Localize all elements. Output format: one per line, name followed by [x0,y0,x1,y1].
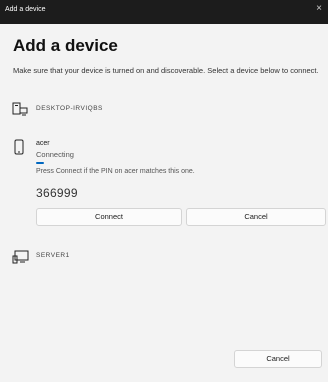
phone-icon [14,139,24,155]
instructions-text: Make sure that your device is turned on … [13,66,319,75]
window-title: Add a device [5,6,46,13]
page-title: Add a device [13,36,118,55]
display-icon [12,250,29,264]
connection-status: Connecting [36,150,74,159]
close-icon[interactable]: × [316,4,322,14]
connecting-progress-bar [36,162,44,164]
connect-button[interactable]: Connect [36,208,182,226]
computer-icon [12,102,28,116]
device-name-desktop[interactable]: DESKTOP-IRVIQBS [36,105,103,112]
pin-instructions: Press Connect if the PIN on acer matches… [36,168,195,175]
device-name-acer[interactable]: acer [36,140,50,147]
title-bar: Add a device × [0,0,328,24]
pin-code: 366999 [36,186,78,200]
device-name-server[interactable]: SERVER1 [36,252,70,259]
cancel-pairing-button[interactable]: Cancel [186,208,326,226]
cancel-button[interactable]: Cancel [234,350,322,368]
